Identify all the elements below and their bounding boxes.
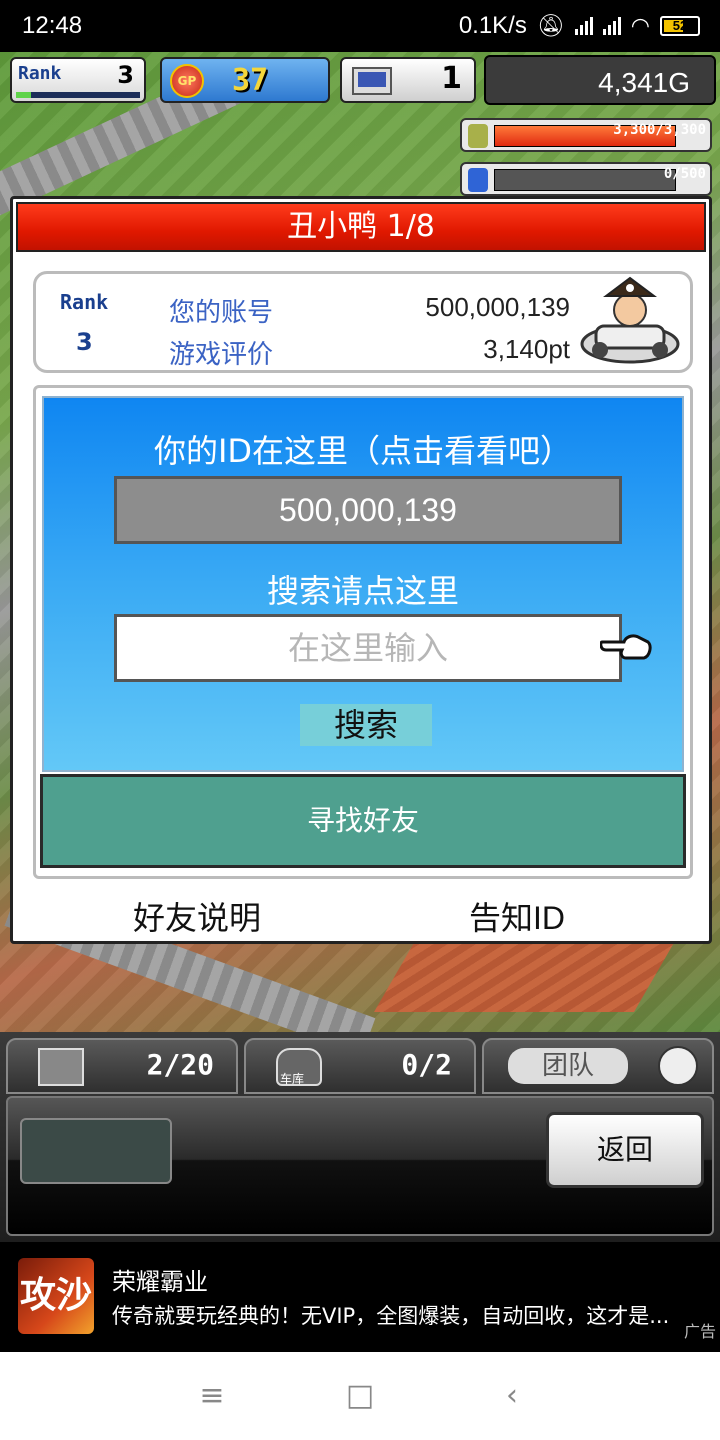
ad-text: 传奇就要玩经典的！无VIP，全图爆装，自动回收，这才是...: [112, 1304, 670, 1328]
empty-slot: [20, 1118, 172, 1184]
search-header: 搜索请点这里: [266, 572, 459, 610]
rank-value: 3: [117, 61, 134, 89]
computer-icon: [352, 67, 392, 95]
coin-stack-icon: [468, 124, 488, 148]
tab-storage[interactable]: 2/20: [6, 1038, 238, 1094]
pointing-hand-icon: [600, 634, 652, 660]
status-time: 12:48: [22, 12, 83, 39]
resource-bar-coins[interactable]: 3,300/3,300: [460, 118, 712, 152]
character-face-icon: [658, 1046, 698, 1086]
my-id-value[interactable]: 500,000,139: [114, 476, 622, 544]
tab-team[interactable]: 团队: [482, 1038, 714, 1094]
status-icons: 0.1K/s 🔕︎ ◠ 52: [459, 12, 700, 40]
signal-icon: [574, 17, 593, 35]
dialog-title: 丑小鸭 1/8: [16, 202, 706, 252]
ad-logo: 攻沙: [18, 1258, 94, 1334]
rating-label: 游戏评价: [169, 340, 274, 370]
wifi-icon: ◠: [630, 13, 650, 38]
home-icon[interactable]: □: [344, 1380, 376, 1412]
ad-title: 荣耀霸业: [112, 1268, 208, 1296]
hud-computer[interactable]: 1: [340, 57, 476, 103]
rating-value: 3,140pt: [483, 334, 570, 364]
find-friends-button[interactable]: 寻找好友: [40, 774, 686, 868]
bottom-game-ui: 2/20 车库 0/2 团队 返回: [0, 1032, 720, 1242]
search-input[interactable]: 在这里输入: [114, 614, 622, 682]
tab-garage[interactable]: 车库 0/2: [244, 1038, 476, 1094]
crate-icon: [38, 1048, 84, 1086]
top-hud: Rank 3 GP 37 1 4,341G: [0, 55, 720, 107]
team-label: 团队: [508, 1048, 628, 1084]
account-label: 您的账号: [169, 298, 274, 328]
share-id-link[interactable]: 告知ID: [469, 893, 565, 939]
battery-icon: 52: [660, 16, 700, 36]
hud-rank[interactable]: Rank 3: [10, 57, 146, 103]
gp-value: 37: [232, 63, 269, 98]
mute-icon: 🔕︎: [536, 13, 565, 38]
id-panel: 你的ID在这里（点击看看吧） 500,000,139 搜索请点这里 在这里输入 …: [33, 385, 693, 879]
gp-coin-icon: GP: [170, 64, 204, 98]
account-value: 500,000,139: [425, 292, 570, 322]
garage-count: 0/2: [401, 1048, 452, 1081]
money-value: 4,341G: [598, 67, 690, 98]
rank-progress-fill: [16, 92, 31, 98]
friend-help-link[interactable]: 好友说明: [133, 893, 261, 939]
hud-money[interactable]: 4,341G: [484, 55, 716, 105]
back-button[interactable]: 返回: [546, 1112, 704, 1188]
id-header: 你的ID在这里（点击看看吧）: [153, 432, 573, 470]
search-button[interactable]: 搜索: [300, 704, 432, 746]
friend-dialog: 丑小鸭 1/8 Rank 3 您的账号 500,000,139 游戏评价 3,1…: [10, 196, 712, 944]
ad-tag: 广告: [683, 1322, 716, 1341]
resource-coins-value: 3,300/3,300: [613, 122, 706, 138]
resource-bar-points[interactable]: 0/500: [460, 162, 712, 196]
rank-label: Rank: [18, 63, 62, 84]
menu-icon[interactable]: ≡: [196, 1380, 228, 1412]
resource-track: [494, 169, 676, 191]
account-card: Rank 3 您的账号 500,000,139 游戏评价 3,140pt: [33, 271, 693, 373]
back-icon[interactable]: ‹: [496, 1380, 528, 1412]
pirate-car-avatar-icon: [580, 276, 680, 364]
storage-count: 2/20: [146, 1048, 214, 1081]
bottom-panel: 返回: [6, 1096, 714, 1236]
ad-banner[interactable]: 攻沙 荣耀霸业 传奇就要玩经典的！无VIP，全图爆装，自动回收，这才是... 广…: [0, 1246, 720, 1346]
id-panel-background: 你的ID在这里（点击看看吧） 500,000,139 搜索请点这里 在这里输入 …: [42, 396, 684, 772]
hud-gp[interactable]: GP 37: [160, 57, 330, 103]
status-bar: 12:48 0.1K/s 🔕︎ ◠ 52: [0, 0, 720, 52]
bottom-tabs: 2/20 车库 0/2 团队: [6, 1038, 714, 1094]
network-speed: 0.1K/s: [458, 12, 527, 39]
battery-level: 52: [672, 18, 688, 33]
signal-hd-icon: [602, 17, 621, 35]
resource-points-value: 0/500: [663, 166, 706, 182]
computer-value: 1: [441, 61, 462, 96]
garage-caption: 车库: [280, 1072, 305, 1086]
system-nav-bar: ≡ □ ‹: [0, 1352, 720, 1440]
account-rank-label: Rank: [60, 290, 109, 314]
bottle-icon: [468, 168, 488, 192]
account-rank-value: 3: [76, 328, 93, 356]
rank-progress-bar: [16, 92, 140, 98]
